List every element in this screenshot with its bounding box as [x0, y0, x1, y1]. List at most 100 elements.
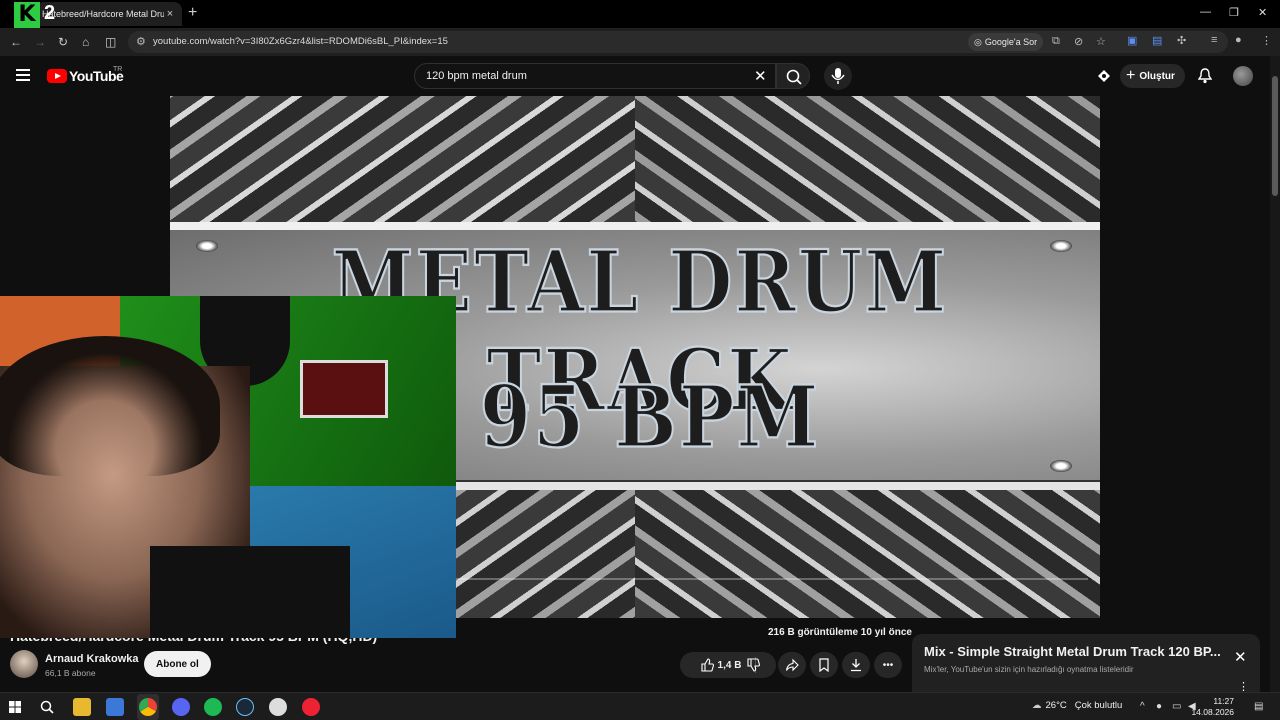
rivet	[1050, 460, 1072, 472]
channel-avatar[interactable]	[10, 650, 38, 678]
search-button[interactable]	[776, 63, 810, 89]
chrome-icon[interactable]	[139, 698, 157, 716]
puzzle-icon[interactable]: ✣	[1177, 34, 1186, 47]
clock-time: 11:27	[1213, 696, 1234, 706]
browser-tab[interactable]: Hatebreed/Hardcore Metal Drum Track 95 B…	[36, 2, 182, 26]
address-bar[interactable]: ⚙ youtube.com/watch?v=3I80Zx6Gzr4&list=R…	[128, 31, 1228, 53]
webcam-overlay	[0, 296, 456, 638]
mix-subtitle: Mix'ler, YouTube'un sizin için hazırladı…	[924, 665, 1134, 674]
youtube-header: YouTube TR 120 bpm metal drum ✕ + Oluştu…	[0, 56, 1270, 96]
cloud-icon: ☁	[1032, 700, 1042, 711]
extension-icon[interactable]: ▤	[1152, 34, 1162, 47]
file-explorer-icon[interactable]	[73, 698, 91, 716]
share-button[interactable]	[778, 652, 806, 678]
google-ask-label: Google'a Sor	[984, 37, 1038, 47]
search-query: 120 bpm metal drum	[426, 70, 527, 82]
voice-search-button[interactable]	[824, 62, 852, 90]
thumbs-up-icon	[700, 658, 714, 672]
more-dots-icon: •••	[882, 659, 894, 671]
hamburger-menu-icon[interactable]	[16, 69, 30, 81]
clock-date: 14.08.2026	[1191, 707, 1234, 717]
video-chevron-top	[170, 96, 1100, 222]
notifications-bell-icon[interactable]	[1198, 68, 1212, 84]
obs-icon[interactable]	[302, 698, 320, 716]
account-avatar[interactable]	[1233, 66, 1253, 86]
thumbs-down-icon[interactable]	[746, 658, 760, 672]
weather-widget[interactable]: ☁ 26°C Çok bulutlu	[1032, 700, 1122, 711]
site-info-icon[interactable]: ⚙	[136, 35, 146, 48]
country-code: TR	[113, 66, 123, 73]
plus-icon: +	[1126, 67, 1136, 84]
tab-title: Hatebreed/Hardcore Metal Drum Track 95 B…	[42, 9, 164, 19]
like-button[interactable]: 1,4 B	[680, 652, 776, 678]
webcam-hair	[0, 336, 220, 476]
bookmark-icon	[819, 658, 829, 672]
store-icon[interactable]	[106, 698, 124, 716]
reading-list-icon[interactable]: ≡	[1211, 34, 1217, 46]
like-count: 1,4 B	[717, 659, 742, 671]
scroll-thumb[interactable]	[1272, 76, 1278, 196]
reload-icon[interactable]: ↻	[58, 35, 68, 49]
tray-expand-icon[interactable]: ^	[1140, 701, 1145, 712]
video-band	[170, 222, 1100, 230]
mix-playlist-panel[interactable]: Mix - Simple Straight Metal Drum Track 1…	[912, 634, 1260, 694]
page-scrollbar[interactable]	[1270, 56, 1280, 692]
taskbar-search-icon[interactable]	[40, 700, 54, 714]
browser-toolbar: ← → ↻ ⌂ ◫ ⚙ youtube.com/watch?v=3I80Zx6G…	[0, 28, 1280, 56]
minimize-icon[interactable]: —	[1200, 6, 1211, 18]
tab-close-icon[interactable]: ×	[164, 8, 176, 20]
windows-taskbar: ☁ 26°C Çok bulutlu ^ ● ▭ ◀ 11:27 14.08.2…	[0, 692, 1280, 720]
spotify-icon[interactable]	[204, 698, 222, 716]
new-tab-button[interactable]: +	[188, 4, 197, 22]
download-button[interactable]	[842, 652, 870, 678]
lens-icon: ◎	[974, 36, 982, 47]
temperature: 26°C	[1045, 700, 1067, 711]
taskbar-clock[interactable]: 11:27 14.08.2026	[1191, 696, 1234, 718]
menu-dots-icon[interactable]: ⋮	[1261, 34, 1272, 47]
side-panel-icon[interactable]: ◫	[105, 35, 116, 49]
microphone-icon	[831, 68, 845, 84]
forward-icon[interactable]: →	[34, 35, 46, 49]
share-icon	[785, 658, 799, 672]
weather-text: Çok bulutlu	[1074, 700, 1123, 711]
clear-search-icon[interactable]: ✕	[754, 67, 767, 85]
youtube-logo-icon[interactable]	[47, 69, 67, 83]
restore-icon[interactable]: ❐	[1229, 6, 1239, 19]
create-button[interactable]: + Oluştur	[1120, 64, 1185, 88]
app-icon[interactable]	[269, 698, 287, 716]
save-button[interactable]	[810, 652, 838, 678]
premium-spark-icon[interactable]	[1096, 68, 1112, 84]
windows-start-icon[interactable]	[9, 701, 21, 713]
more-actions-button[interactable]: •••	[874, 652, 902, 678]
close-icon[interactable]: ✕	[1234, 648, 1247, 666]
rivet	[1050, 240, 1072, 252]
steam-icon[interactable]	[236, 698, 254, 716]
translate-extension-icon[interactable]: ▣	[1127, 34, 1137, 47]
stream-overlay-logo: K	[14, 2, 40, 28]
tracking-icon[interactable]: ⊘	[1074, 35, 1083, 48]
webcam-poster	[300, 360, 388, 418]
mix-title[interactable]: Mix - Simple Straight Metal Drum Track 1…	[924, 644, 1221, 659]
webcam-shirt	[150, 546, 350, 638]
discord-icon[interactable]	[172, 698, 190, 716]
microphone-tray-icon[interactable]: ●	[1156, 701, 1162, 712]
notification-center-icon[interactable]: ▤	[1254, 701, 1263, 712]
url-text: youtube.com/watch?v=3I80Zx6Gzr4&list=RDO…	[153, 36, 448, 47]
rivet	[196, 240, 218, 252]
profile-icon[interactable]: ●	[1235, 34, 1242, 46]
stream-overlay-number: 2	[44, 2, 56, 24]
home-icon[interactable]: ⌂	[82, 35, 89, 49]
search-input[interactable]: 120 bpm metal drum ✕	[414, 63, 776, 89]
view-count: 216 B görüntüleme 10 yıl önce	[768, 627, 912, 638]
search-icon	[786, 69, 802, 85]
download-icon	[851, 659, 861, 672]
channel-name[interactable]: Arnaud Krakowka	[45, 653, 139, 665]
network-icon[interactable]: ▭	[1172, 701, 1181, 712]
browser-tab-strip: Hatebreed/Hardcore Metal Drum Track 95 B…	[0, 0, 1280, 28]
star-icon[interactable]: ☆	[1096, 35, 1106, 48]
close-window-icon[interactable]: ✕	[1258, 6, 1267, 19]
back-icon[interactable]: ←	[10, 35, 22, 49]
install-icon[interactable]: ⧉	[1052, 35, 1060, 48]
google-ask-button[interactable]: ◎ Google'a Sor	[968, 33, 1044, 51]
subscribe-button[interactable]: Abone ol	[144, 651, 211, 677]
